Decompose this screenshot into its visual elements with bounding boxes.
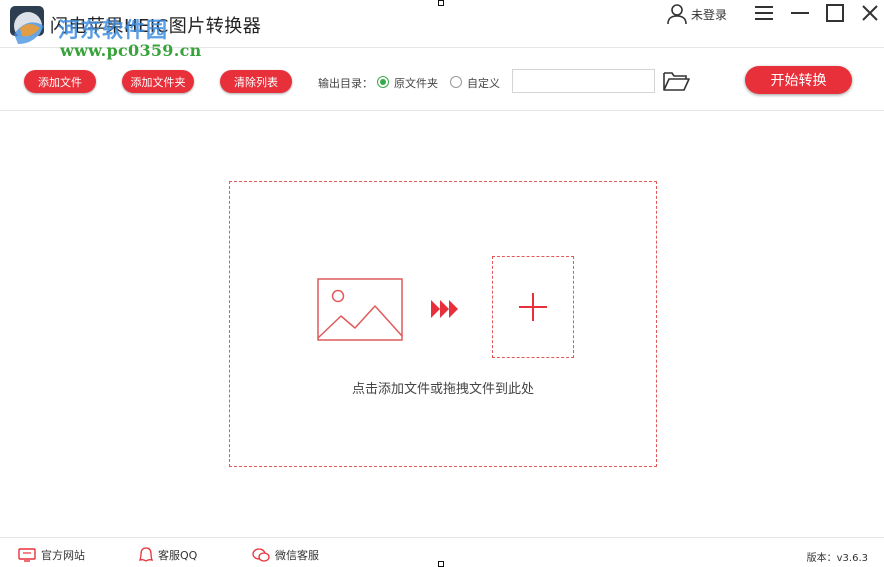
title-bar: 闪电苹果HEIC图片转换器 河东软件园 www.pc0359.cn 未登录: [0, 0, 884, 60]
login-button[interactable]: 未登录: [666, 2, 727, 26]
plus-icon: [519, 293, 547, 321]
file-drop-zone[interactable]: [229, 181, 657, 467]
clear-list-button[interactable]: 清除列表: [220, 70, 292, 93]
login-label: 未登录: [691, 7, 728, 22]
start-convert-button[interactable]: 开始转换: [745, 66, 852, 94]
qq-support-label: 客服QQ: [158, 549, 198, 562]
folder-open-icon[interactable]: [662, 70, 690, 92]
resize-handle-bottom[interactable]: [438, 561, 444, 567]
output-path-input[interactable]: [512, 69, 655, 93]
radio-custom-folder[interactable]: [450, 76, 462, 88]
qq-penguin-icon: [139, 547, 153, 562]
qq-support-link[interactable]: 客服QQ: [139, 547, 197, 563]
wechat-support-label: 微信客服: [275, 549, 319, 562]
add-folder-button[interactable]: 添加文件夹: [122, 70, 194, 93]
radio-original-folder-label: 原文件夹: [394, 77, 438, 90]
hamburger-menu-icon: [755, 6, 773, 20]
minimize-button[interactable]: [787, 0, 813, 26]
official-website-link[interactable]: 官方网站: [18, 547, 85, 563]
maximize-button[interactable]: [822, 0, 848, 26]
wechat-icon: [252, 548, 270, 562]
official-website-label: 官方网站: [41, 549, 85, 562]
resize-handle-top[interactable]: [438, 0, 444, 6]
drop-hint-text: 点击添加文件或拖拽文件到此处: [351, 382, 534, 397]
add-file-button[interactable]: 添加文件: [24, 70, 96, 93]
add-file-plus-button[interactable]: [492, 256, 574, 358]
monitor-icon: [18, 548, 36, 562]
radio-custom-folder-label: 自定义: [467, 77, 500, 90]
radio-original-folder[interactable]: [377, 76, 389, 88]
app-logo-icon: [10, 6, 44, 44]
close-icon: [862, 5, 878, 21]
maximize-icon: [826, 4, 844, 22]
minimize-icon: [791, 12, 809, 14]
user-icon: [667, 4, 687, 25]
watermark-text: 河东软件园: [58, 17, 168, 42]
image-placeholder-icon: [317, 278, 403, 341]
forward-arrows-icon: [431, 300, 458, 318]
wechat-support-link[interactable]: 微信客服: [252, 547, 319, 563]
version-label: 版本：v3.6.3: [806, 553, 868, 564]
menu-button[interactable]: [751, 0, 777, 26]
toolbar: 添加文件 添加文件夹 清除列表 输出目录： 原文件夹 自定义 开始转换: [0, 49, 884, 111]
close-button[interactable]: [857, 0, 883, 26]
output-dir-label: 输出目录：: [318, 77, 373, 90]
